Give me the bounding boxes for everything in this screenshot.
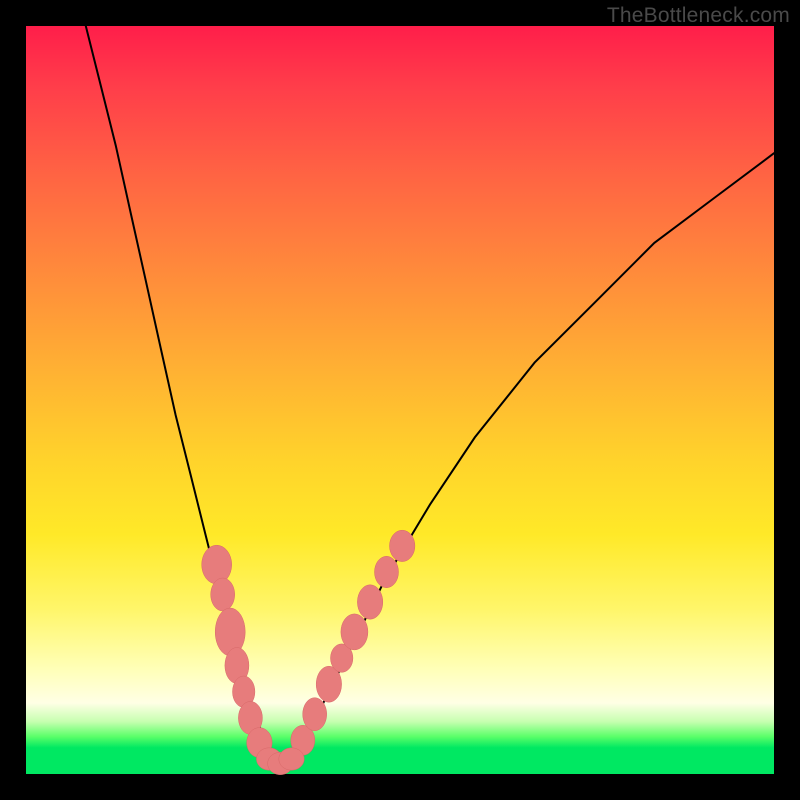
- bead: [341, 614, 368, 650]
- chart-frame: TheBottleneck.com: [0, 0, 800, 800]
- curve-svg: [26, 26, 774, 774]
- bead: [211, 578, 235, 611]
- bead: [375, 556, 399, 587]
- bead: [390, 530, 415, 561]
- bead-group: [202, 530, 415, 775]
- plot-area: [26, 26, 774, 774]
- bead: [303, 698, 327, 731]
- watermark-text: TheBottleneck.com: [607, 4, 790, 28]
- bottleneck-curve: [86, 26, 774, 767]
- bead: [202, 545, 232, 584]
- bead: [357, 585, 382, 619]
- bead: [279, 748, 304, 770]
